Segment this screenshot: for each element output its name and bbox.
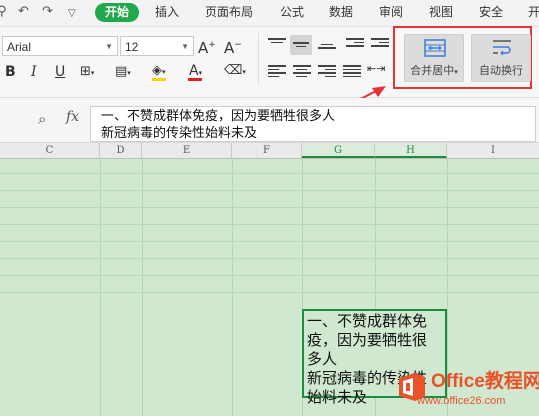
undo-icon[interactable]: ↶ (18, 4, 29, 20)
tab-page-layout[interactable]: 页面布局 (205, 5, 253, 20)
merge-center-icon (424, 39, 446, 57)
watermark-url: www.office26.com (417, 395, 506, 407)
tab-data[interactable]: 数据 (329, 5, 353, 20)
increase-indent-icon[interactable] (371, 36, 389, 52)
ribbon-divider (258, 33, 259, 85)
chevron-down-icon: ▼ (105, 42, 113, 51)
watermark-brand: Office教程网 (431, 371, 539, 392)
tab-review[interactable]: 审阅 (379, 5, 403, 20)
grid-line (0, 224, 539, 225)
grid-line (0, 173, 539, 174)
grid-line (0, 207, 539, 208)
wrap-text-label: 自动换行 (479, 64, 523, 77)
formula-input[interactable]: 一、不赞成群体免疫，因为要牺牲很多人 新冠病毒的传染性始料未及 (90, 106, 536, 142)
grid-line (0, 241, 539, 242)
zoom-icon[interactable]: ⌕ (38, 110, 46, 128)
tab-home[interactable]: 开始 (95, 3, 139, 22)
tab-insert[interactable]: 插入 (155, 5, 179, 20)
search-icon[interactable]: ⚲ (0, 4, 7, 20)
chevron-down-icon: ▾ (454, 68, 458, 76)
decrease-font-icon[interactable]: A− (224, 36, 242, 57)
cell-line-2: 疫，因为要牺牲很 (307, 331, 428, 349)
border-icon[interactable]: ⊞▾ (80, 63, 94, 82)
align-top-icon[interactable] (268, 36, 286, 52)
underline-icon[interactable]: U (55, 63, 65, 81)
grid-line (232, 158, 233, 416)
grid-line (0, 292, 539, 293)
cell-line-5: 始料未及 (307, 388, 368, 406)
cell-line-1: 一、不赞成群体免 (307, 312, 428, 330)
align-center-icon[interactable] (293, 63, 311, 79)
column-header-e[interactable]: E (142, 143, 232, 158)
watermark-logo: Office教程网 www.office26.com (395, 368, 539, 412)
justify-icon[interactable] (343, 63, 361, 79)
font-name-select[interactable]: Arial ▼ (2, 36, 118, 56)
align-left-icon[interactable] (268, 63, 286, 79)
bold-icon[interactable]: B (5, 63, 16, 81)
font-size-select[interactable]: 12 ▼ (120, 36, 194, 56)
cell-line-3: 多人 (307, 350, 338, 368)
column-header-c[interactable]: C (0, 143, 100, 158)
column-header-i[interactable]: I (447, 143, 539, 158)
tab-more[interactable]: 开 (528, 5, 539, 20)
grid-line (100, 158, 101, 416)
redo-icon[interactable]: ↷ (42, 4, 53, 20)
formula-line-1: 一、不赞成群体免疫，因为要牺牲很多人 (101, 109, 336, 124)
formula-line-2: 新冠病毒的传染性始料未及 (101, 126, 258, 141)
grid-line (0, 258, 539, 259)
font-size-value: 12 (125, 40, 139, 54)
font-name-value: Arial (7, 40, 32, 54)
chevron-down-icon: ▼ (181, 42, 189, 51)
column-header-d[interactable]: D (100, 143, 142, 158)
align-middle-icon[interactable] (290, 35, 312, 55)
menu-bar: ⚲ ↶ ↷ ▽ 开始 插入 页面布局 公式 数据 审阅 视图 安全 开 (0, 0, 539, 27)
align-right-icon[interactable] (318, 63, 336, 79)
tab-security[interactable]: 安全 (479, 5, 503, 20)
align-bottom-icon[interactable] (318, 38, 336, 54)
cell-style-icon[interactable]: ▤▾ (115, 63, 131, 82)
quick-access-dropdown-icon[interactable]: ▽ (68, 6, 76, 22)
column-header-f[interactable]: F (232, 143, 302, 158)
grid-line (0, 190, 539, 191)
wrap-text-button[interactable]: 自动换行 (471, 34, 531, 82)
distributed-align-icon[interactable]: ⇤⇥ (367, 60, 385, 78)
fx-label[interactable]: fx (66, 109, 79, 125)
decrease-indent-icon[interactable] (346, 36, 364, 52)
tab-view[interactable]: 视图 (429, 5, 453, 20)
grid-line (142, 158, 143, 416)
clear-format-icon[interactable]: ⌫▾ (224, 62, 246, 81)
fill-color-swatch (152, 78, 166, 81)
font-color-swatch (188, 78, 202, 81)
italic-icon[interactable]: I (31, 63, 37, 81)
tab-formulas[interactable]: 公式 (280, 5, 304, 20)
increase-font-icon[interactable]: A+ (198, 36, 216, 57)
merge-center-button[interactable]: 合并居中▾ (404, 34, 464, 82)
column-header: C D E F G H I (0, 143, 539, 159)
merge-center-label: 合并居中 (410, 64, 455, 77)
grid-line (0, 275, 539, 276)
wrap-text-icon (493, 40, 511, 56)
column-header-g[interactable]: G (302, 143, 375, 158)
column-header-h[interactable]: H (375, 143, 447, 158)
